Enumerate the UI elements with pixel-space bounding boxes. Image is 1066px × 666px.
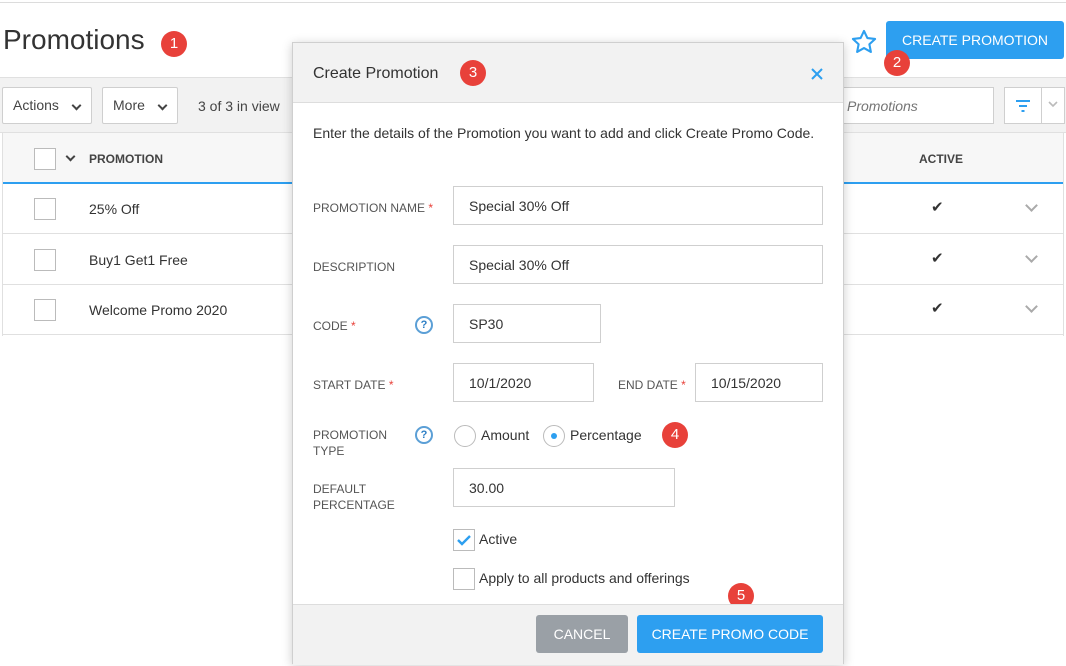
cancel-button[interactable]: CANCEL <box>536 615 628 653</box>
promotion-name-cell[interactable]: Buy1 Get1 Free <box>89 252 188 268</box>
filter-icon <box>1016 100 1030 112</box>
column-header-active[interactable]: ACTIVE <box>919 152 963 166</box>
filter-button[interactable] <box>1004 87 1042 124</box>
dialog-instructions: Enter the details of the Promotion you w… <box>313 125 815 141</box>
chevron-down-icon <box>157 100 168 111</box>
description-label: DESCRIPTION <box>313 260 396 274</box>
dialog-footer: CANCEL CREATE PROMO CODE <box>293 604 843 665</box>
more-dropdown-label: More <box>113 97 145 113</box>
promotion-name-cell[interactable]: 25% Off <box>89 201 139 217</box>
end-date-label: END DATE * <box>618 378 686 392</box>
percentage-radio-label[interactable]: Percentage <box>570 427 642 443</box>
active-checkbox[interactable] <box>453 529 475 551</box>
code-field[interactable] <box>453 304 601 343</box>
chevron-down-icon[interactable] <box>65 151 76 162</box>
start-date-field[interactable] <box>453 363 594 402</box>
row-checkbox[interactable] <box>34 198 56 220</box>
top-divider <box>0 2 1066 3</box>
percentage-radio[interactable] <box>543 425 565 447</box>
create-promotion-dialog: Create Promotion 3 Enter the details of … <box>292 42 844 665</box>
row-checkbox[interactable] <box>34 299 56 321</box>
actions-dropdown-label: Actions <box>13 97 59 113</box>
default-percentage-label: DEFAULT PERCENTAGE <box>313 482 395 512</box>
amount-radio-label[interactable]: Amount <box>481 427 529 443</box>
create-promotion-button[interactable]: CREATE PROMOTION <box>886 21 1064 59</box>
code-help-icon[interactable]: ? <box>415 316 433 334</box>
active-checkbox-label[interactable]: Active <box>479 531 517 547</box>
default-percentage-field[interactable] <box>453 468 675 507</box>
active-check-icon: ✔ <box>931 250 944 267</box>
callout-badge-2: 2 <box>884 50 910 76</box>
page-title: Promotions <box>3 24 145 55</box>
checkmark-icon <box>457 535 471 546</box>
column-header-promotion[interactable]: PROMOTION <box>89 152 163 166</box>
favorite-star-icon[interactable] <box>850 28 878 56</box>
active-check-icon: ✔ <box>931 199 944 216</box>
records-count: 3 of 3 in view <box>198 98 280 114</box>
description-field[interactable] <box>453 245 823 284</box>
chevron-down-icon <box>1048 101 1058 108</box>
close-icon[interactable] <box>809 66 825 82</box>
promotion-type-label: PROMOTION TYPE <box>313 428 387 458</box>
row-expand-chevron-icon[interactable] <box>1025 300 1038 313</box>
apply-to-all-checkbox-label[interactable]: Apply to all products and offerings <box>479 570 690 586</box>
filter-options-dropdown[interactable] <box>1041 87 1065 124</box>
dialog-header: Create Promotion <box>293 43 843 103</box>
end-date-field[interactable] <box>695 363 823 402</box>
promotion-name-label: PROMOTION NAME * <box>313 201 434 215</box>
apply-to-all-checkbox[interactable] <box>453 568 475 590</box>
create-promo-code-button[interactable]: CREATE PROMO CODE <box>637 615 823 653</box>
row-checkbox[interactable] <box>34 249 56 271</box>
row-expand-chevron-icon[interactable] <box>1025 199 1038 212</box>
more-dropdown[interactable]: More <box>102 87 178 124</box>
callout-badge-3: 3 <box>460 60 486 86</box>
actions-dropdown[interactable]: Actions <box>2 87 92 124</box>
amount-radio[interactable] <box>454 425 476 447</box>
callout-badge-4: 4 <box>662 422 688 448</box>
search-input[interactable] <box>838 87 994 124</box>
callout-badge-1: 1 <box>161 31 187 57</box>
dialog-title: Create Promotion <box>313 65 439 82</box>
active-check-icon: ✔ <box>931 300 944 317</box>
code-label: CODE * <box>313 319 356 333</box>
promotion-type-help-icon[interactable]: ? <box>415 426 433 444</box>
row-expand-chevron-icon[interactable] <box>1025 250 1038 263</box>
promotion-name-cell[interactable]: Welcome Promo 2020 <box>89 302 227 318</box>
select-all-checkbox[interactable] <box>34 148 56 170</box>
chevron-down-icon <box>71 100 82 111</box>
promotion-name-field[interactable] <box>453 186 823 225</box>
start-date-label: START DATE * <box>313 378 394 392</box>
